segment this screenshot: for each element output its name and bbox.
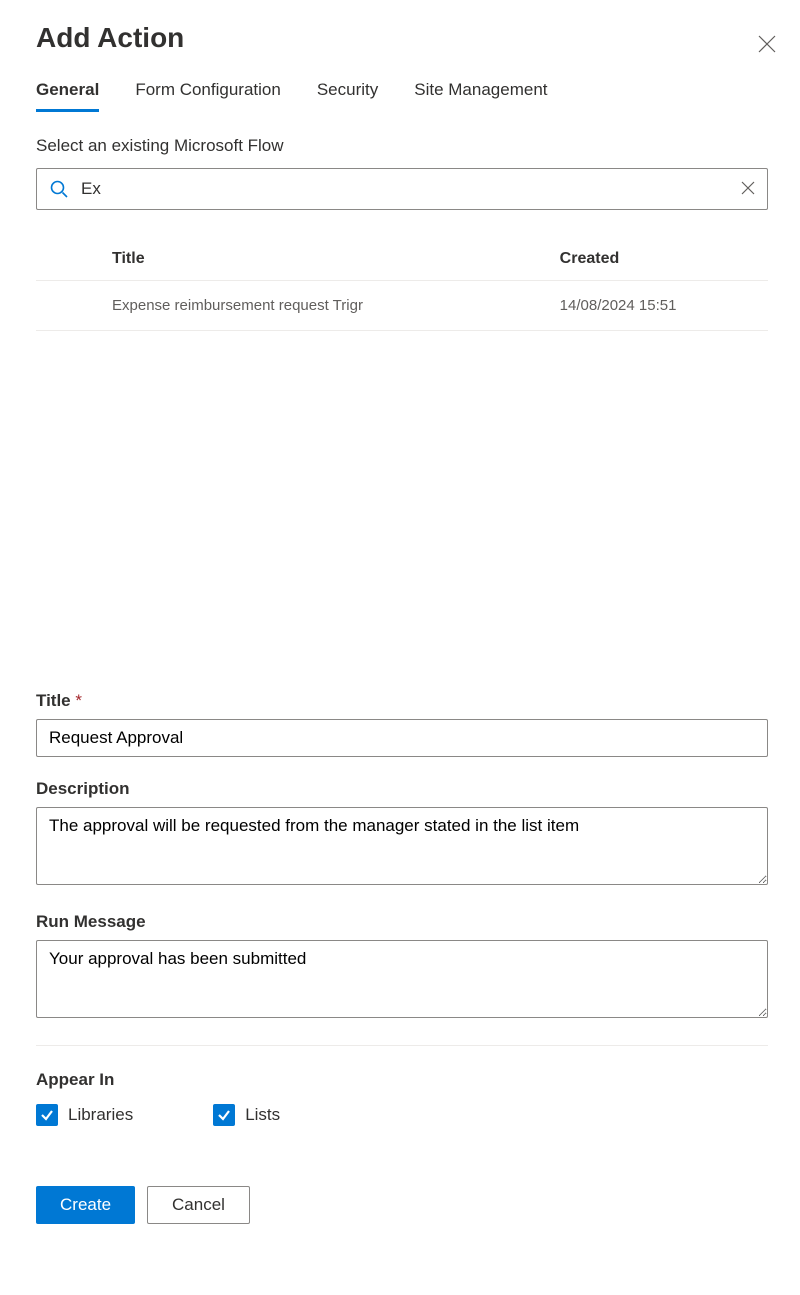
table-row[interactable]: Expense reimbursement request Trigr 14/0… — [36, 281, 768, 331]
create-button[interactable]: Create — [36, 1186, 135, 1224]
description-label: Description — [36, 779, 768, 799]
tab-general[interactable]: General — [36, 72, 99, 110]
required-marker: * — [75, 691, 82, 710]
appear-in-label: Appear In — [36, 1070, 768, 1090]
run-message-textarea[interactable] — [36, 940, 768, 1018]
tab-security[interactable]: Security — [317, 72, 378, 110]
checkbox-label: Libraries — [68, 1105, 133, 1125]
close-button[interactable] — [752, 30, 782, 60]
column-title[interactable]: Title — [112, 238, 560, 281]
checkmark-icon — [36, 1104, 58, 1126]
flow-results-table: Title Created Expense reimbursement requ… — [36, 238, 768, 331]
flow-picker-label: Select an existing Microsoft Flow — [36, 136, 768, 156]
title-input[interactable] — [36, 719, 768, 757]
page-title: Add Action — [36, 22, 768, 54]
flow-search-box[interactable] — [36, 168, 768, 210]
cancel-button[interactable]: Cancel — [147, 1186, 250, 1224]
checkmark-icon — [213, 1104, 235, 1126]
column-spacer — [36, 238, 112, 281]
checkbox-lists[interactable]: Lists — [213, 1104, 280, 1126]
column-created[interactable]: Created — [560, 238, 768, 281]
tab-form-configuration[interactable]: Form Configuration — [135, 72, 281, 110]
close-icon — [741, 181, 755, 198]
tab-bar: General Form Configuration Security Site… — [36, 72, 768, 110]
close-icon — [758, 35, 776, 56]
flow-search-input[interactable] — [79, 178, 737, 200]
run-message-label: Run Message — [36, 912, 768, 932]
divider — [36, 1045, 768, 1046]
checkbox-libraries[interactable]: Libraries — [36, 1104, 133, 1126]
search-icon — [49, 179, 69, 199]
cell-flow-title: Expense reimbursement request Trigr — [112, 281, 560, 331]
tab-site-management[interactable]: Site Management — [414, 72, 547, 110]
title-label: Title * — [36, 691, 768, 711]
description-textarea[interactable] — [36, 807, 768, 885]
clear-search-button[interactable] — [737, 177, 759, 202]
checkbox-label: Lists — [245, 1105, 280, 1125]
cell-flow-created: 14/08/2024 15:51 — [560, 281, 768, 331]
